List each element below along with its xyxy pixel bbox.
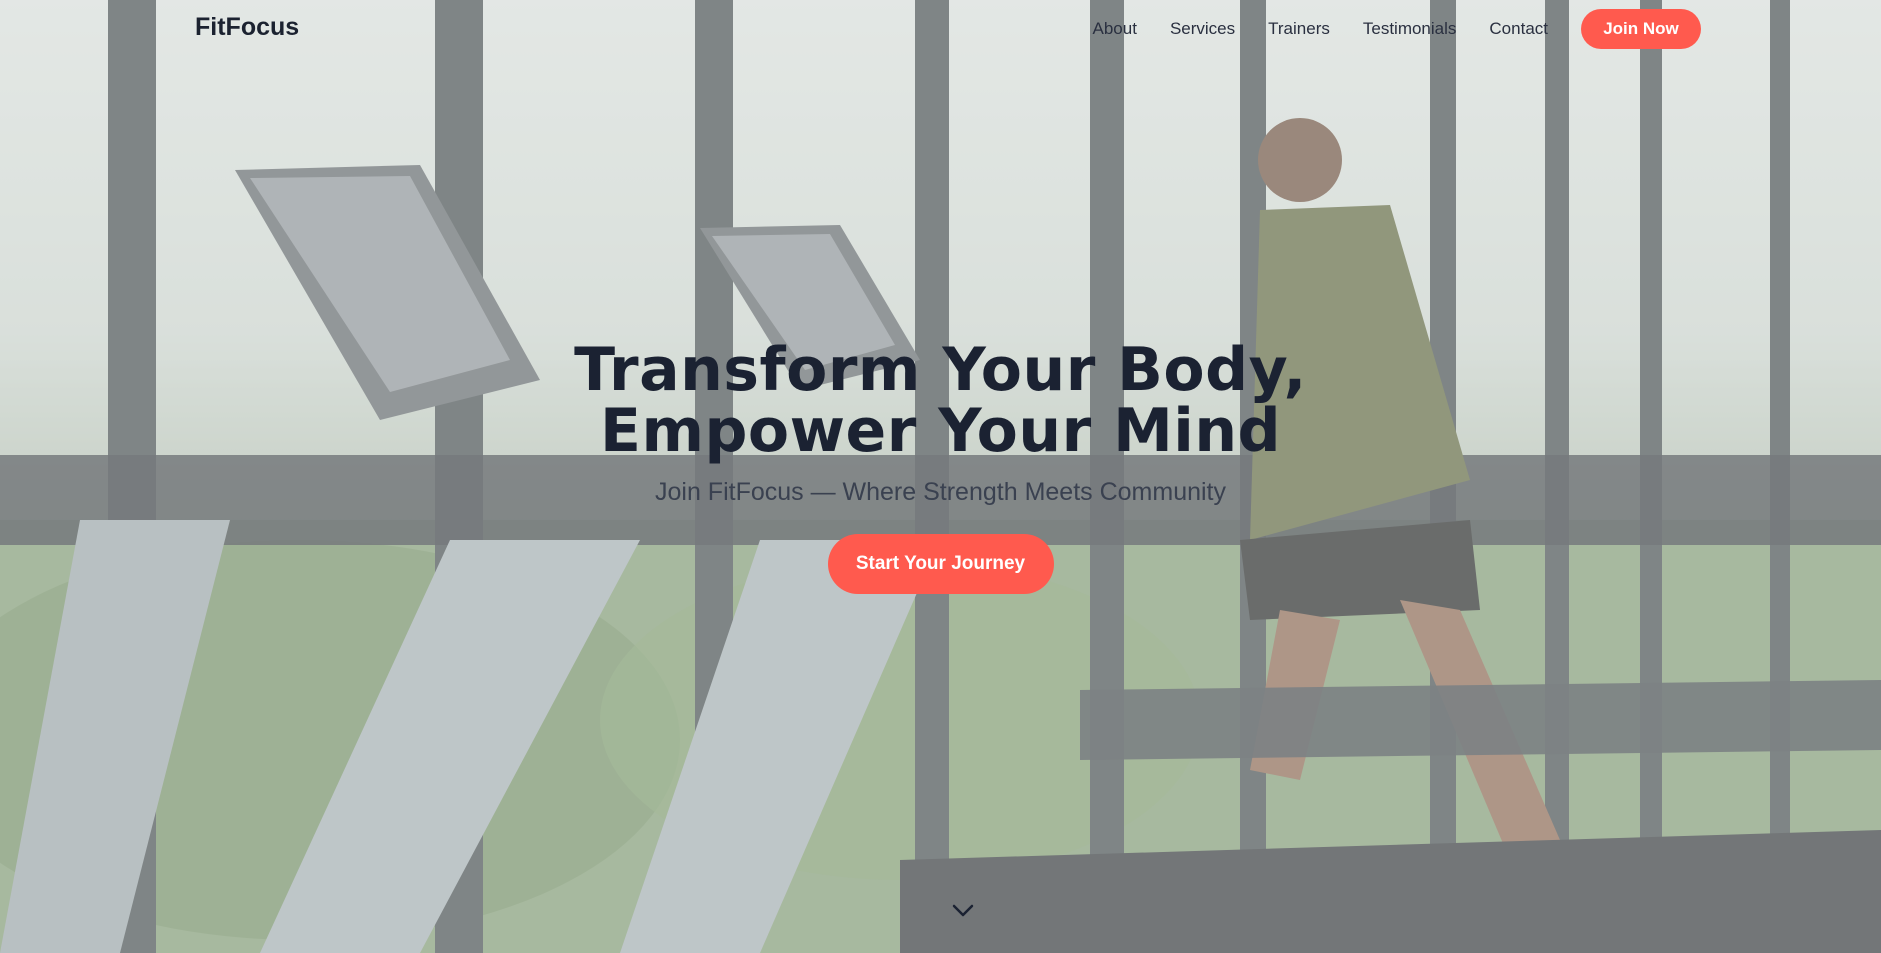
hero-title-line-1: Transform Your Body, <box>574 335 1307 405</box>
start-journey-button[interactable]: Start Your Journey <box>827 534 1054 594</box>
chevron-down-icon[interactable] <box>952 904 974 918</box>
nav-link-contact[interactable]: Contact <box>1489 19 1548 39</box>
hero-title: Transform Your Body, Empower Your Mind <box>0 340 1881 462</box>
nav-link-testimonials[interactable]: Testimonials <box>1363 19 1457 39</box>
hero-content: Transform Your Body, Empower Your Mind J… <box>0 340 1881 594</box>
hero-subtitle: Join FitFocus — Where Strength Meets Com… <box>654 478 1227 506</box>
hero-section: FitFocus About Services Trainers Testimo… <box>0 0 1881 953</box>
join-now-button[interactable]: Join Now <box>1581 9 1701 49</box>
nav-links: About Services Trainers Testimonials Con… <box>1093 0 1881 58</box>
nav-link-services[interactable]: Services <box>1170 19 1235 39</box>
nav-link-about[interactable]: About <box>1093 19 1137 39</box>
logo[interactable]: FitFocus <box>195 13 299 42</box>
top-navigation: FitFocus About Services Trainers Testimo… <box>0 0 1881 58</box>
nav-link-trainers[interactable]: Trainers <box>1268 19 1330 39</box>
hero-title-line-2: Empower Your Mind <box>599 396 1282 466</box>
